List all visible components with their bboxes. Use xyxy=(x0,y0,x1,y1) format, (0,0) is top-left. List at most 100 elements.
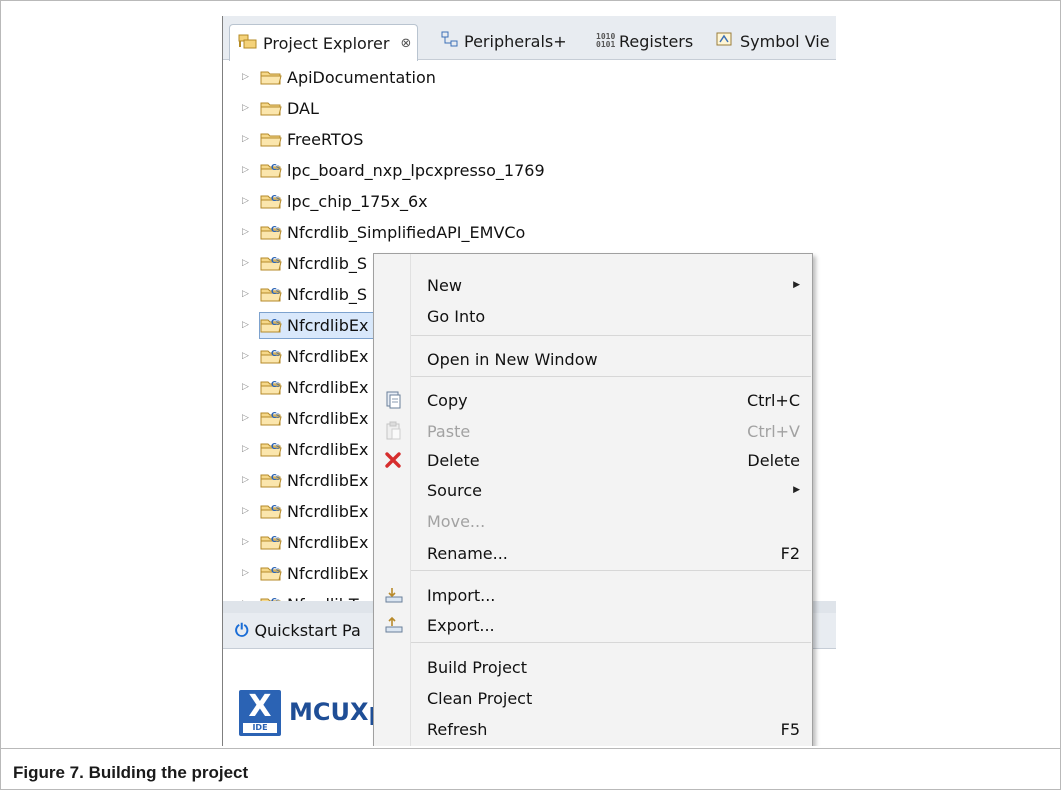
menu-item-label: Refresh xyxy=(427,719,488,739)
tree-item[interactable]: ▷ C S NfcrdlibEx xyxy=(223,341,368,371)
menu-item-label: Source xyxy=(427,480,482,500)
c-project-icon: CS xyxy=(260,410,282,427)
menu-item-go-into[interactable]: Go Into xyxy=(374,301,812,331)
tree-item[interactable]: ▷ C S NfcrdlibEx xyxy=(223,527,368,557)
tab-label: Registers xyxy=(619,31,694,51)
menu-item-open-in-new-window[interactable]: Open in New Window xyxy=(374,344,812,374)
menu-item-build-project[interactable]: Build Project xyxy=(374,652,812,682)
menu-item-shortcut: F5 xyxy=(780,719,800,739)
svg-text:S: S xyxy=(276,506,280,513)
expand-arrow-icon[interactable]: ▷ xyxy=(242,289,252,299)
svg-text:S: S xyxy=(276,351,280,358)
registers-icon: 1010 0101 xyxy=(596,32,616,49)
symbol-viewer-icon xyxy=(715,30,735,52)
tree-item[interactable]: ▷ C S lpc_chip_175x_6x xyxy=(223,186,428,216)
submenu-arrow-icon: ▶ xyxy=(793,485,800,495)
menu-item-rename[interactable]: Rename... F2 xyxy=(374,538,812,568)
tab-peripherals[interactable]: Peripherals+ xyxy=(441,24,567,58)
tree-item[interactable]: ▷CSNfcrdlibTe xyxy=(223,589,366,601)
tree-item[interactable]: ▷ C S Nfcrdlib_S xyxy=(223,248,367,278)
expand-arrow-icon[interactable]: ▷ xyxy=(242,165,252,175)
expand-arrow-icon[interactable]: ▷ xyxy=(242,475,252,485)
menu-item-paste: Paste Ctrl+V xyxy=(374,416,812,446)
menu-separator xyxy=(411,376,811,377)
c-project-icon: CS xyxy=(260,441,282,458)
tree-item[interactable]: ▷ C S NfcrdlibEx xyxy=(223,403,368,433)
menu-item-refresh[interactable]: Refresh F5 xyxy=(374,714,812,744)
mcuxpresso-logo-icon: X IDE xyxy=(239,690,281,736)
tree-item[interactable]: ▷ C S NfcrdlibEx xyxy=(223,558,368,588)
svg-text:S: S xyxy=(276,165,280,172)
expand-arrow-icon[interactable]: ▷ xyxy=(242,568,252,578)
tab-project-explorer[interactable]: Project Explorer ⊗ xyxy=(229,24,419,61)
expand-arrow-icon[interactable]: ▷ xyxy=(242,351,252,361)
menu-item-label: Rename... xyxy=(427,543,508,563)
menu-item-label: New xyxy=(427,275,462,295)
submenu-arrow-icon: ▶ xyxy=(793,280,800,290)
menu-item-copy[interactable]: Copy Ctrl+C xyxy=(374,385,812,415)
tree-item-label: Nfcrdlib_S xyxy=(287,253,368,273)
menu-item-import[interactable]: Import... xyxy=(374,580,812,610)
tree-item[interactable]: ▷ ApiDocumentation xyxy=(223,62,436,92)
tab-label: Project Explorer xyxy=(263,33,390,53)
expand-arrow-icon[interactable]: ▷ xyxy=(242,134,252,144)
menu-item-export[interactable]: Export... xyxy=(374,610,812,640)
svg-text:S: S xyxy=(276,444,280,451)
paste-icon xyxy=(384,421,404,441)
expand-arrow-icon[interactable]: ▷ xyxy=(242,320,252,330)
folder-icon xyxy=(260,131,282,148)
svg-text:S: S xyxy=(276,320,280,327)
tree-item[interactable]: ▷ C S Nfcrdlib_S xyxy=(223,279,367,309)
menu-separator xyxy=(411,642,811,643)
project-explorer-icon xyxy=(238,32,258,54)
tree-item[interactable]: ▷ C S NfcrdlibEx xyxy=(223,372,368,402)
menu-item-close-project[interactable]: Close Project xyxy=(374,745,812,746)
menu-item-delete[interactable]: Delete Delete xyxy=(374,445,812,475)
tree-item[interactable]: ▷ FreeRTOS xyxy=(223,124,363,154)
menu-item-label: Go Into xyxy=(427,306,486,326)
expand-arrow-icon[interactable]: ▷ xyxy=(242,413,252,423)
menu-item-label: Paste xyxy=(427,421,471,441)
expand-arrow-icon[interactable]: ▷ xyxy=(242,382,252,392)
tree-item-label: ApiDocumentation xyxy=(287,67,436,87)
expand-arrow-icon[interactable]: ▷ xyxy=(242,537,252,547)
svg-text:S: S xyxy=(276,289,280,296)
tree-item-label: FreeRTOS xyxy=(287,129,364,149)
c-project-icon: CS xyxy=(260,255,282,272)
tree-item[interactable]: ▷ C S Nfcrdlib_SimplifiedAPI_EMVCo xyxy=(223,217,525,247)
tab-registers[interactable]: 1010 0101 Registers xyxy=(596,24,693,58)
context-menu: New ▶ Go Into Open in New Window Copy Ctrl+C P… xyxy=(373,253,813,746)
expand-arrow-icon[interactable]: ▷ xyxy=(242,258,252,268)
view-tab-bar: Project Explorer ⊗ Peripherals+ 1010 0101… xyxy=(223,16,836,61)
tree-item[interactable]: ▷ C S NfcrdlibEx xyxy=(223,310,419,340)
power-icon: ⏻ xyxy=(235,620,249,641)
tree-item-label: DAL xyxy=(287,98,319,118)
expand-arrow-icon[interactable]: ▷ xyxy=(242,72,252,82)
c-project-icon: CS xyxy=(260,317,282,334)
expand-arrow-icon[interactable]: ▷ xyxy=(242,506,252,516)
tab-symbol-viewer[interactable]: Symbol Vie xyxy=(715,24,830,58)
tree-item[interactable]: ▷ C S NfcrdlibEx xyxy=(223,434,368,464)
c-project-icon: CS xyxy=(260,379,282,396)
copy-icon xyxy=(384,390,404,410)
expand-arrow-icon[interactable]: ▷ xyxy=(242,103,252,113)
menu-item-label: Copy xyxy=(427,390,468,410)
tree-item-label: NfcrdlibEx xyxy=(287,532,369,552)
expand-arrow-icon[interactable]: ▷ xyxy=(242,227,252,237)
svg-text:S: S xyxy=(276,537,280,544)
expand-arrow-icon[interactable]: ▷ xyxy=(242,196,252,206)
tree-item[interactable]: ▷ C S NfcrdlibEx xyxy=(223,465,368,495)
tree-item-label: NfcrdlibEx xyxy=(287,439,369,459)
menu-item-source[interactable]: Source ▶ xyxy=(374,475,812,505)
close-icon[interactable]: ⊗ xyxy=(400,36,411,51)
tree-item[interactable]: ▷ C S lpc_board_nxp_lpcxpresso_1769 xyxy=(223,155,545,185)
menu-item-label: Clean Project xyxy=(427,688,533,708)
menu-item-shortcut: F2 xyxy=(780,543,800,563)
tree-item[interactable]: ▷ DAL xyxy=(223,93,319,123)
menu-item-new[interactable]: New ▶ xyxy=(374,270,812,300)
tree-item[interactable]: ▷ C S NfcrdlibEx xyxy=(223,496,368,526)
menu-item-shortcut: Ctrl+V xyxy=(747,421,800,441)
expand-arrow-icon[interactable]: ▷ xyxy=(242,444,252,454)
menu-item-clean-project[interactable]: Clean Project xyxy=(374,683,812,713)
c-project-icon: CS xyxy=(260,193,282,210)
